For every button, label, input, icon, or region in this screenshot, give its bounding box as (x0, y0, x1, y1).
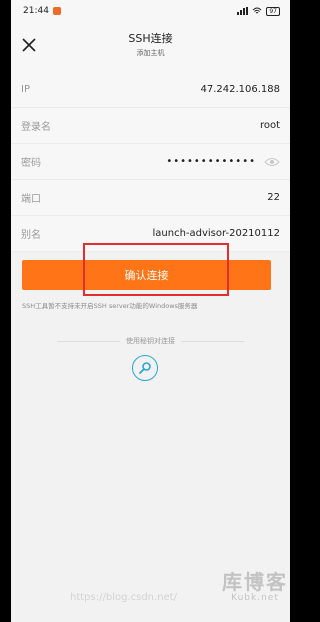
page-title: SSH连接 (128, 32, 173, 45)
username-row[interactable]: 登录名 root (11, 108, 290, 144)
ip-input[interactable]: 47.242.106.188 (200, 84, 280, 95)
port-input[interactable]: 22 (267, 192, 280, 203)
phone-screen: 21:44 97 SSH连接 添加主机 IP 47.242.106.188 登录… (11, 0, 290, 622)
divider-line (181, 340, 244, 342)
url-watermark: https://blog.csdn.net/ (70, 592, 177, 603)
eye-icon[interactable] (264, 157, 280, 167)
brand-name: 库博客 (222, 570, 288, 594)
alias-row[interactable]: 别名 launch-advisor-20210112 (11, 216, 290, 252)
key-search-icon (139, 362, 151, 374)
keypair-connect-text[interactable]: 使用秘钥对连接 (126, 336, 175, 346)
ip-row[interactable]: IP 47.242.106.188 (11, 72, 290, 108)
keypair-divider: 使用秘钥对连接 (57, 336, 244, 346)
password-row[interactable]: 密码 ••••••••••••• (11, 144, 290, 180)
confirm-connect-button[interactable]: 确认连接 (22, 260, 271, 290)
header: SSH连接 添加主机 (11, 22, 290, 72)
port-label: 端口 (21, 194, 41, 205)
status-bar: 21:44 97 (11, 0, 290, 22)
notification-icon (52, 7, 61, 15)
battery-indicator: 97 (266, 6, 280, 16)
signal-icon (237, 7, 249, 15)
page-subtitle: 添加主机 (136, 49, 165, 57)
alias-input[interactable]: launch-advisor-20210112 (152, 228, 280, 239)
password-label: 密码 (21, 158, 41, 169)
wifi-icon (253, 7, 262, 14)
port-row[interactable]: 端口 22 (11, 180, 290, 216)
brand-domain: Kubk.net (231, 593, 279, 603)
brand-watermark: 库博客 Kubk.net (222, 566, 288, 603)
windows-note: SSH工具暂不支持未开启SSH server功能的Windows服务器 (22, 302, 198, 310)
host-form: IP 47.242.106.188 登录名 root 密码 ••••••••••… (11, 72, 290, 252)
alias-label: 别名 (21, 230, 41, 241)
keypair-button[interactable] (132, 355, 158, 381)
ip-label: IP (21, 84, 30, 95)
username-label: 登录名 (21, 122, 51, 133)
username-input[interactable]: root (260, 120, 280, 131)
password-input[interactable]: ••••••••••••• (166, 156, 256, 167)
status-time: 21:44 (23, 6, 49, 16)
divider-line (57, 340, 120, 342)
